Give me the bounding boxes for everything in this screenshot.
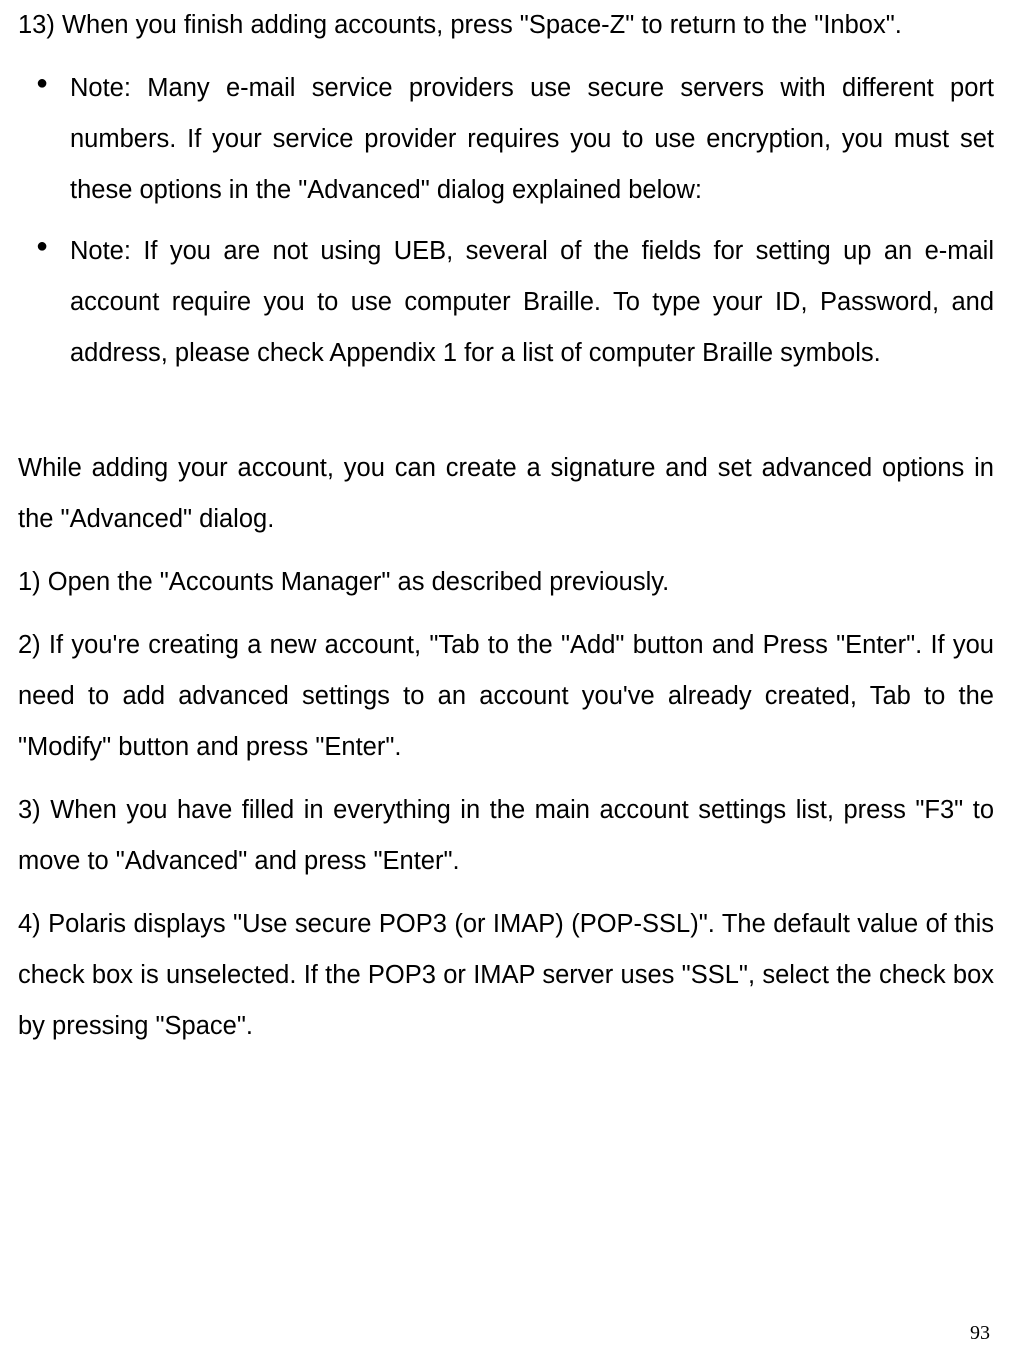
paragraph-step-1: 1) Open the "Accounts Manager" as descri… [18,557,994,608]
page-number: 93 [970,1313,990,1353]
note-bullet-2: Note: If you are not using UEB, several … [18,226,994,379]
paragraph-step-4: 4) Polaris displays "Use secure POP3 (or… [18,899,994,1052]
paragraph-step-13: 13) When you finish adding accounts, pre… [18,0,994,51]
paragraph-intro: While adding your account, you can creat… [18,443,994,545]
paragraph-step-2: 2) If you're creating a new account, "Ta… [18,620,994,773]
section-spacer [18,389,994,443]
notes-list: Note: Many e-mail service providers use … [18,63,994,379]
paragraph-step-3: 3) When you have filled in everything in… [18,785,994,887]
note-bullet-1: Note: Many e-mail service providers use … [18,63,994,216]
